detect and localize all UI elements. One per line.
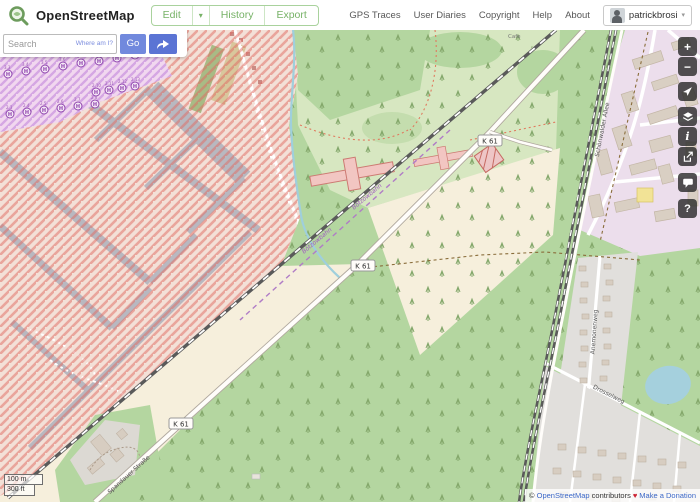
locate-control xyxy=(678,82,697,101)
directions-button[interactable] xyxy=(149,34,177,54)
layers-controls: i xyxy=(678,107,697,166)
header: OpenStreetMap Edit ▾ History Export GPS … xyxy=(0,0,700,30)
svg-text:2.4: 2.4 xyxy=(23,103,30,108)
svg-text:H: H xyxy=(76,104,80,110)
help-link[interactable]: Help xyxy=(533,10,553,21)
add-note-button[interactable] xyxy=(678,173,697,192)
layers-button[interactable] xyxy=(678,107,697,126)
copyright-link[interactable]: Copyright xyxy=(479,10,520,21)
scale-metric: 100 m xyxy=(4,474,43,485)
contributors-text: contributors xyxy=(592,491,631,500)
svg-text:3.4: 3.4 xyxy=(22,62,29,67)
brand-title[interactable]: OpenStreetMap xyxy=(36,8,135,23)
about-link[interactable]: About xyxy=(565,10,590,21)
copyright-symbol: © xyxy=(529,491,535,500)
user-diaries-link[interactable]: User Diaries xyxy=(414,10,466,21)
map-container: H3.3H3.4H3.5H3.6H3.7H3.8H3.9H3.10H2.10H2… xyxy=(0,30,700,502)
svg-text:H: H xyxy=(6,72,10,78)
poi-cafe-label: Cafe xyxy=(508,34,521,40)
scale-imperial: 300 ft xyxy=(4,485,35,496)
svg-text:2.6: 2.6 xyxy=(57,99,64,104)
user-menu[interactable]: patrickbrosi ▾ xyxy=(603,5,692,26)
header-nav: Edit ▾ History Export xyxy=(151,5,319,26)
user-menu-caret: ▾ xyxy=(681,11,685,19)
road-ref-badge: K 61 xyxy=(482,138,498,146)
map-key-button[interactable]: i xyxy=(678,127,697,146)
header-links: GPS Traces User Diaries Copyright Help A… xyxy=(349,5,700,26)
search-panel: Where am I? Go xyxy=(0,30,187,57)
edit-dropdown-caret[interactable]: ▾ xyxy=(192,6,209,25)
note-control xyxy=(678,173,697,192)
history-button[interactable]: History xyxy=(209,6,265,25)
svg-text:2.12: 2.12 xyxy=(118,79,127,84)
svg-text:H: H xyxy=(120,86,124,92)
svg-text:H: H xyxy=(97,59,101,65)
svg-text:H: H xyxy=(133,84,137,90)
user-avatar xyxy=(610,8,625,23)
svg-text:H: H xyxy=(25,110,29,116)
donation-link[interactable]: Make a Donation xyxy=(639,491,696,500)
svg-text:2.3: 2.3 xyxy=(6,105,13,110)
directions-arrow-icon xyxy=(156,38,170,50)
share-icon xyxy=(682,151,694,163)
where-am-i-link[interactable]: Where am I? xyxy=(74,40,113,47)
scale-control: 100 m 300 ft xyxy=(4,474,43,496)
svg-text:3.5: 3.5 xyxy=(41,60,48,65)
farm-building xyxy=(252,474,260,479)
svg-text:H: H xyxy=(107,88,111,94)
svg-text:H: H xyxy=(24,69,28,75)
user-name: patrickbrosi xyxy=(629,10,678,21)
road-ref-badge: K 61 xyxy=(173,421,189,429)
svg-text:2.7: 2.7 xyxy=(74,97,81,102)
svg-text:H: H xyxy=(42,108,46,114)
svg-text:2.10: 2.10 xyxy=(92,83,101,88)
help-button[interactable]: ? xyxy=(678,199,697,218)
zoom-out-button[interactable]: − xyxy=(678,57,697,76)
note-bubble-icon xyxy=(682,177,694,189)
svg-text:2.8: 2.8 xyxy=(91,95,98,100)
map-canvas[interactable]: H3.3H3.4H3.5H3.6H3.7H3.8H3.9H3.10H2.10H2… xyxy=(0,30,700,502)
svg-text:2.5: 2.5 xyxy=(40,101,47,106)
osm-attribution-link[interactable]: OpenStreetMap xyxy=(537,491,590,500)
svg-text:H: H xyxy=(59,106,63,112)
zoom-in-button[interactable]: + xyxy=(678,37,697,56)
locate-arrow-icon xyxy=(682,86,693,97)
go-button[interactable]: Go xyxy=(120,34,146,54)
heart-icon: ♥ xyxy=(631,491,639,500)
svg-text:H: H xyxy=(43,67,47,73)
gps-traces-link[interactable]: GPS Traces xyxy=(349,10,400,21)
svg-text:2.13: 2.13 xyxy=(131,77,140,82)
svg-text:H: H xyxy=(93,102,97,108)
svg-text:H: H xyxy=(79,61,83,67)
svg-text:3.3: 3.3 xyxy=(4,65,11,70)
osm-logo-icon[interactable] xyxy=(8,5,29,26)
locate-button[interactable] xyxy=(678,82,697,101)
osm-app: OpenStreetMap Edit ▾ History Export GPS … xyxy=(0,0,700,502)
svg-text:3.6: 3.6 xyxy=(59,57,66,62)
edit-button[interactable]: Edit xyxy=(152,6,192,25)
svg-text:H: H xyxy=(8,112,12,118)
yellow-building xyxy=(637,188,653,202)
help-control: ? xyxy=(678,199,697,218)
layers-icon xyxy=(682,111,694,123)
svg-text:2.11: 2.11 xyxy=(105,81,114,86)
export-button[interactable]: Export xyxy=(264,6,317,25)
road-ref-badge: K 61 xyxy=(355,263,371,271)
attribution-bar: © OpenStreetMap contributors♥Make a Dona… xyxy=(525,489,700,502)
zoom-controls: + − xyxy=(678,37,697,76)
share-button[interactable] xyxy=(678,147,697,166)
svg-text:H: H xyxy=(61,64,65,70)
